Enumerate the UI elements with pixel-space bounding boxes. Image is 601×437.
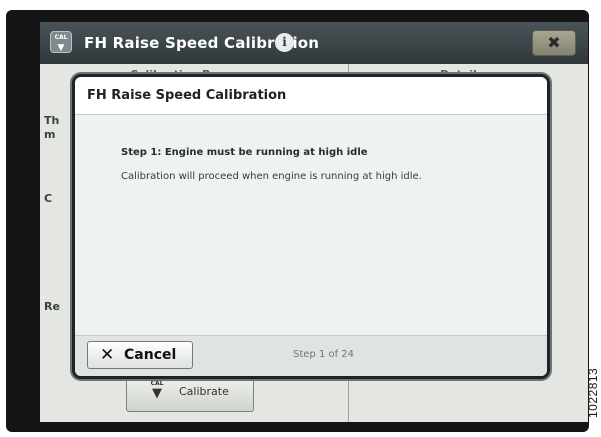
bg-text-fragment: m <box>44 128 56 141</box>
bg-text-fragment: Th <box>44 114 60 127</box>
step-counter: Step 1 of 24 <box>293 349 355 360</box>
dialog-title: FH Raise Speed Calibration <box>87 88 287 103</box>
down-arrow-icon: ▼ <box>152 386 162 401</box>
close-button[interactable]: ✖ <box>532 30 576 56</box>
calibrate-icon: CAL ▼ <box>147 380 167 404</box>
close-icon: ✕ <box>100 345 115 365</box>
calibration-dialog: FH Raise Speed Calibration Step 1: Engin… <box>72 74 550 379</box>
figure-id: 1022813 <box>586 367 600 418</box>
calibrate-button-label: Calibrate <box>179 385 229 398</box>
step-description: Calibration will proceed when engine is … <box>121 171 422 182</box>
calibrate-icon: CAL ▼ <box>50 31 72 53</box>
down-arrow-icon: ▼ <box>57 43 65 53</box>
display-screen: CAL ▼ FH Raise Speed Calibration i ✖ Cal… <box>40 22 588 422</box>
cancel-button[interactable]: ✕ Cancel <box>87 341 193 369</box>
dialog-footer: ✕ Cancel Step 1 of 24 <box>75 335 547 376</box>
step-title: Step 1: Engine must be running at high i… <box>121 147 368 158</box>
cancel-button-label: Cancel <box>124 347 177 363</box>
info-icon[interactable]: i <box>275 33 294 52</box>
app-header: CAL ▼ FH Raise Speed Calibration i ✖ <box>40 22 588 64</box>
app-icon-label: CAL <box>54 34 68 41</box>
bg-text-fragment: Re <box>44 300 60 313</box>
bg-text-fragment: C <box>44 192 53 205</box>
dialog-header: FH Raise Speed Calibration <box>75 77 547 115</box>
